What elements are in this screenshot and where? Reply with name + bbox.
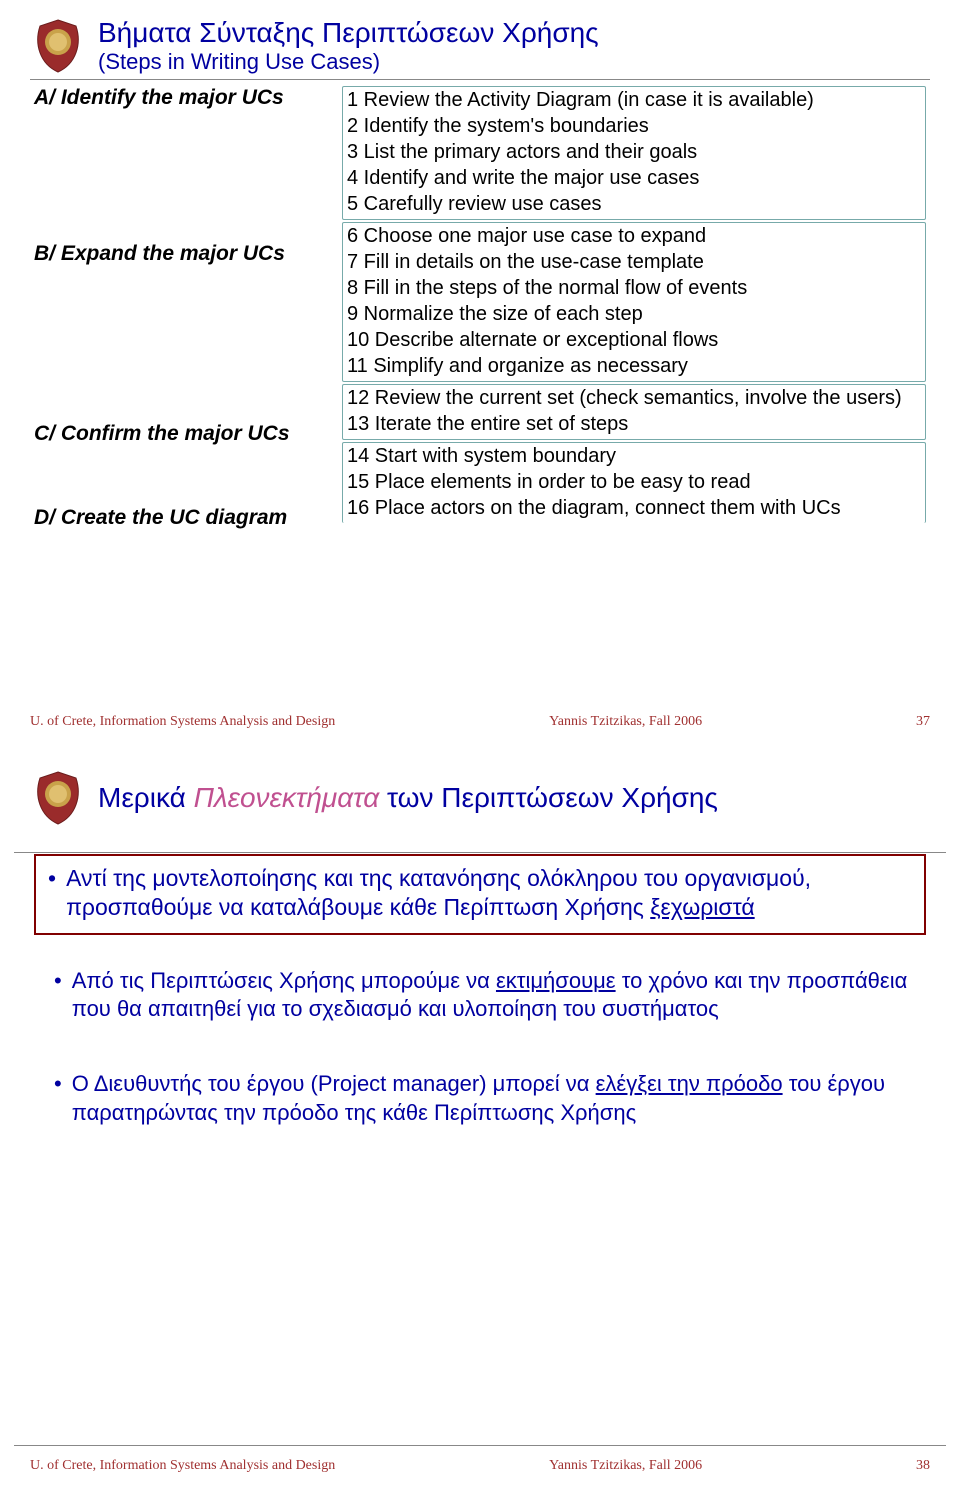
group-a-box: 1 Review the Activity Diagram (in case i… <box>342 86 926 220</box>
step-line: 1 Review the Activity Diagram (in case i… <box>347 88 921 113</box>
advantage-2-text: Από τις Περιπτώσεις Χρήσης μπορούμε να ε… <box>72 967 916 1024</box>
footer-divider <box>14 1445 946 1446</box>
group-b-box: 6 Choose one major use case to expand 7 … <box>342 222 926 382</box>
step-line: 11 Simplify and organize as necessary <box>347 354 921 379</box>
title-post: των Περιπτώσεων Χρήσης <box>379 782 718 813</box>
title-pre: Μερικά <box>98 782 194 813</box>
bullet-icon: • <box>54 967 62 1024</box>
footer-left: U. of Crete, Information Systems Analysi… <box>30 714 335 730</box>
step-line: 7 Fill in details on the use-case templa… <box>347 250 921 275</box>
phase-c-label: C/ Confirm the major UCs <box>34 422 334 446</box>
step-line: 9 Normalize the size of each step <box>347 302 921 327</box>
title-block: Μερικά Πλεονεκτήματα των Περιπτώσεων Χρή… <box>30 770 930 826</box>
content-columns: A/ Identify the major UCs B/ Expand the … <box>30 86 930 656</box>
step-line: 4 Identify and write the major use cases <box>347 166 921 191</box>
advantage-3: • Ο Διευθυντής του έργου (Project manage… <box>30 1070 930 1127</box>
slide-38: Μερικά Πλεονεκτήματα των Περιπτώσεων Χρή… <box>0 744 960 1488</box>
step-line: 6 Choose one major use case to expand <box>347 224 921 249</box>
university-logo-icon <box>30 18 86 74</box>
advantage-2: • Από τις Περιπτώσεις Χρήσης μπορούμε να… <box>30 967 930 1024</box>
footer-mid: Yannis Tzitzikas, Fall 2006 <box>549 1458 702 1474</box>
slide-subtitle: (Steps in Writing Use Cases) <box>98 49 599 75</box>
title-block: Βήματα Σύνταξης Περιπτώσεων Χρήσης (Step… <box>30 18 930 75</box>
step-line: 5 Carefully review use cases <box>347 192 921 217</box>
footer-page: 37 <box>916 714 930 730</box>
footer-left: U. of Crete, Information Systems Analysi… <box>30 1458 335 1474</box>
phase-b-label: B/ Expand the major UCs <box>34 242 334 266</box>
step-line: 3 List the primary actors and their goal… <box>347 140 921 165</box>
phase-a-label: A/ Identify the major UCs <box>34 86 334 110</box>
step-line: 14 Start with system boundary <box>347 444 921 469</box>
phase-d-label: D/ Create the UC diagram <box>34 506 334 530</box>
slide-footer: U. of Crete, Information Systems Analysi… <box>30 1458 930 1474</box>
bullet-icon: • <box>54 1070 62 1127</box>
phase-labels-column: A/ Identify the major UCs B/ Expand the … <box>34 86 334 656</box>
advantage-1-text: Αντί της μοντελοποίησης και της κατανόησ… <box>66 864 912 923</box>
bullet-icon: • <box>48 864 56 923</box>
step-line: 12 Review the current set (check semanti… <box>347 386 921 411</box>
university-logo-icon <box>30 770 86 826</box>
footer-page: 38 <box>916 1458 930 1474</box>
steps-column: 1 Review the Activity Diagram (in case i… <box>342 86 926 656</box>
title-emphasis: Πλεονεκτήματα <box>194 782 380 813</box>
group-d-box: 14 Start with system boundary 15 Place e… <box>342 442 926 523</box>
advantage-1-callout: • Αντί της μοντελοποίησης και της κατανό… <box>34 854 926 935</box>
footer-mid: Yannis Tzitzikas, Fall 2006 <box>549 714 702 730</box>
step-line: 10 Describe alternate or exceptional flo… <box>347 328 921 353</box>
step-line: 13 Iterate the entire set of steps <box>347 412 921 437</box>
advantage-3-text: Ο Διευθυντής του έργου (Project manager)… <box>72 1070 916 1127</box>
step-line: 16 Place actors on the diagram, connect … <box>347 496 921 521</box>
slide-title: Βήματα Σύνταξης Περιπτώσεων Χρήσης <box>98 18 599 49</box>
slide-37: Βήματα Σύνταξης Περιπτώσεων Χρήσης (Step… <box>0 0 960 744</box>
title-divider <box>30 79 930 80</box>
slide-title: Μερικά Πλεονεκτήματα των Περιπτώσεων Χρή… <box>98 783 718 814</box>
group-c-box: 12 Review the current set (check semanti… <box>342 384 926 440</box>
step-line: 15 Place elements in order to be easy to… <box>347 470 921 495</box>
title-divider <box>14 852 946 853</box>
slide-footer: U. of Crete, Information Systems Analysi… <box>30 714 930 730</box>
step-line: 8 Fill in the steps of the normal flow o… <box>347 276 921 301</box>
step-line: 2 Identify the system's boundaries <box>347 114 921 139</box>
